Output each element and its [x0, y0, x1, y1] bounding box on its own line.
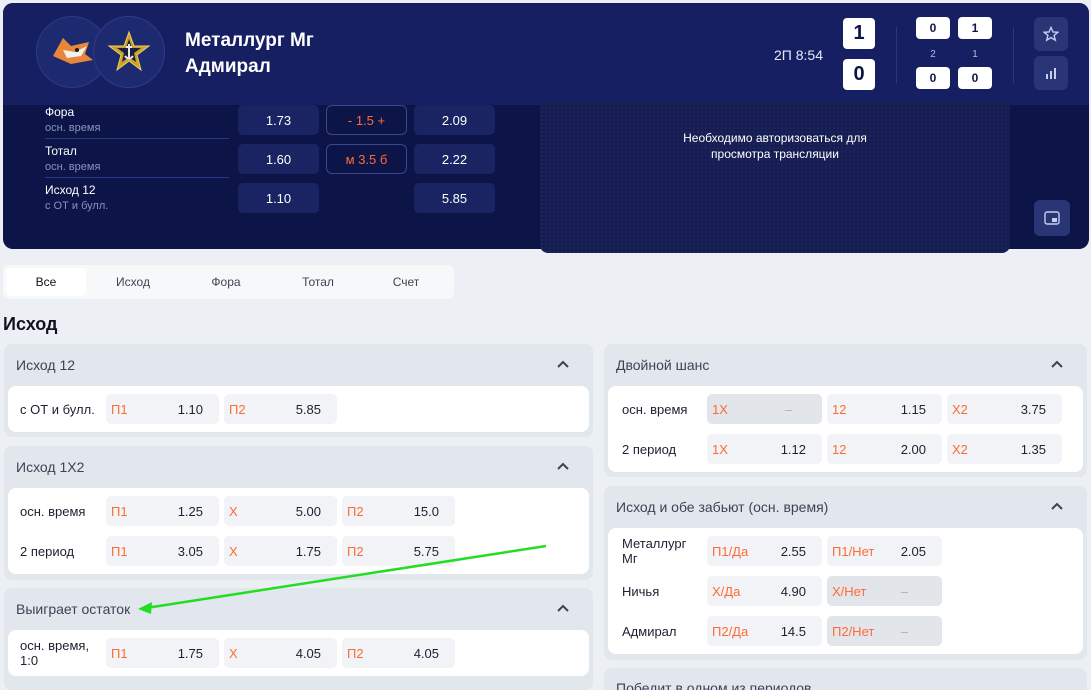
annotation-arrow	[138, 544, 547, 614]
